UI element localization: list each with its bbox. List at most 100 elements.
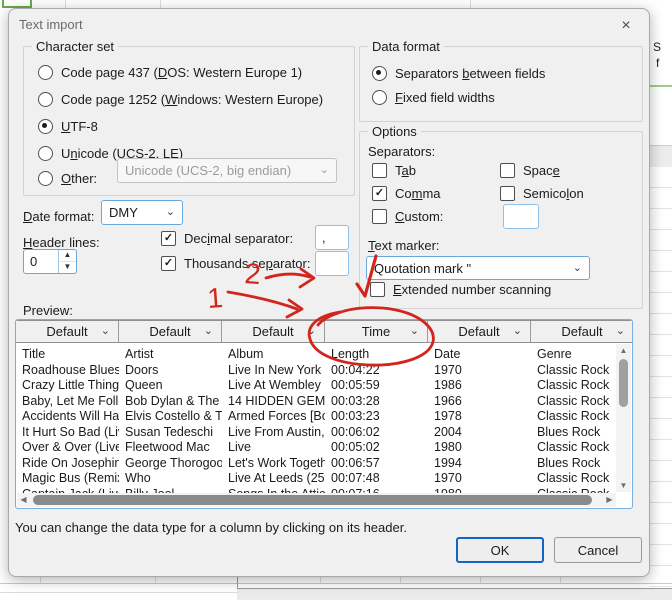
checkbox-label[interactable]: Semicolon xyxy=(523,186,584,201)
checkbox-space[interactable]: Space xyxy=(500,162,560,178)
scroll-down-icon[interactable]: ▼ xyxy=(616,479,631,492)
chevron-down-icon: ⌄ xyxy=(616,321,625,342)
preview-row: Ride On Josephine George ThorogoodLet's … xyxy=(16,456,632,472)
background-accent-line xyxy=(648,85,672,87)
thousands-separator-input[interactable] xyxy=(315,251,349,276)
preview-cell: Bob Dylan & The Ba xyxy=(119,394,222,410)
radio-icon[interactable] xyxy=(38,65,53,80)
preview-cell: 00:05:59 xyxy=(325,378,428,394)
scroll-up-icon[interactable]: ▲ xyxy=(616,344,631,357)
preview-cell: 14 HIDDEN GEMS Fr xyxy=(222,394,325,410)
header-lines-spinner[interactable]: 0 ▲ ▼ xyxy=(23,249,77,274)
custom-separator-input[interactable] xyxy=(503,204,539,229)
checkbox-label[interactable]: Extended number scanning xyxy=(393,282,551,297)
scroll-right-icon[interactable]: ▶ xyxy=(603,493,616,507)
spinner-value: 0 xyxy=(24,250,58,273)
radio-separators-between-fields[interactable]: Separators between fields xyxy=(372,65,545,81)
checkbox-icon[interactable]: ✓ xyxy=(161,231,176,246)
hint-text: You can change the data type for a colum… xyxy=(15,520,407,535)
checkbox-decimal-separator[interactable]: ✓ Decimal separator: xyxy=(161,230,293,246)
group-label: Data format xyxy=(368,39,444,54)
radio-icon[interactable] xyxy=(38,171,53,186)
spinner-buttons[interactable]: ▲ ▼ xyxy=(58,250,76,273)
checkbox-label[interactable]: Space xyxy=(523,163,560,178)
scroll-left-icon[interactable]: ◀ xyxy=(17,493,30,507)
radio-icon[interactable] xyxy=(372,66,387,81)
column-type-value: Default xyxy=(149,324,190,339)
column-type-row: Default⌄Default⌄Default⌄Time⌄Default⌄Def… xyxy=(16,320,632,343)
ok-button-label: OK xyxy=(491,543,510,558)
spin-down-icon[interactable]: ▼ xyxy=(59,261,76,273)
checkbox-semicolon[interactable]: Semicolon xyxy=(500,185,584,201)
preview-row: Magic Bus (RemixedWhoLive At Leeds (25th… xyxy=(16,471,632,487)
text-marker-select[interactable]: Quotation mark " ⌄ xyxy=(366,256,590,280)
radio-label[interactable]: Code page 1252 (Windows: Western Europe) xyxy=(61,92,323,107)
radio-utf8[interactable]: UTF-8 xyxy=(38,118,98,134)
vertical-scroll-thumb[interactable] xyxy=(619,359,628,407)
column-type-selector[interactable]: Default⌄ xyxy=(428,321,531,342)
radio-other[interactable]: Other: xyxy=(38,170,97,186)
radio-icon[interactable] xyxy=(38,146,53,161)
close-icon[interactable]: × xyxy=(613,15,639,37)
ok-button[interactable]: OK xyxy=(456,537,544,563)
column-type-selector[interactable]: Default⌄ xyxy=(531,321,633,342)
column-type-selector[interactable]: Time⌄ xyxy=(325,321,428,342)
column-type-selector[interactable]: Default ⌄ xyxy=(222,321,325,342)
input-value: , xyxy=(322,230,326,245)
radio-label[interactable]: Other: xyxy=(61,171,97,186)
cancel-button[interactable]: Cancel xyxy=(554,537,642,563)
decimal-separator-input[interactable]: , xyxy=(315,225,349,250)
preview-cell: 1970 xyxy=(428,471,531,487)
column-type-selector[interactable]: Default⌄ xyxy=(16,321,119,342)
radio-icon[interactable] xyxy=(38,119,53,134)
checkbox-label[interactable]: Custom: xyxy=(395,209,443,224)
date-format-select[interactable]: DMY ⌄ xyxy=(101,200,183,225)
radio-code-page-437[interactable]: Code page 437 (DOS: Western Europe 1) xyxy=(38,64,302,80)
checkbox-custom[interactable]: Custom: xyxy=(372,208,443,224)
checkbox-thousands-separator[interactable]: ✓ Thousands separator: xyxy=(161,255,310,271)
horizontal-scroll-thumb[interactable] xyxy=(33,495,592,505)
vertical-scrollbar[interactable]: ▲ ▼ xyxy=(616,344,631,492)
preview-cell: Susan Tedeschi xyxy=(119,425,222,441)
checkbox-icon[interactable] xyxy=(370,282,385,297)
checkbox-label[interactable]: Tab xyxy=(395,163,416,178)
checkbox-label[interactable]: Comma xyxy=(395,186,441,201)
radio-label[interactable]: Separators between fields xyxy=(395,66,545,81)
column-type-selector[interactable]: Default⌄ xyxy=(119,321,222,342)
checkbox-icon[interactable]: ✓ xyxy=(161,256,176,271)
radio-icon[interactable] xyxy=(372,90,387,105)
column-type-value: Time xyxy=(362,324,390,339)
preview-cell: 1966 xyxy=(428,394,531,410)
checkbox-icon[interactable]: ✓ xyxy=(372,186,387,201)
checkbox-icon[interactable] xyxy=(372,209,387,224)
group-label: Options xyxy=(368,124,421,139)
chevron-down-icon: ⌄ xyxy=(307,321,316,342)
checkbox-icon[interactable] xyxy=(372,163,387,178)
select-value: Quotation mark " xyxy=(374,261,471,276)
background-panel xyxy=(237,588,672,600)
column-type-value: Default xyxy=(252,324,293,339)
radio-label[interactable]: UTF-8 xyxy=(61,119,98,134)
checkbox-label[interactable]: Decimal separator: xyxy=(184,231,293,246)
spin-up-icon[interactable]: ▲ xyxy=(59,250,76,261)
checkbox-tab[interactable]: Tab xyxy=(372,162,416,178)
radio-fixed-field-widths[interactable]: Fixed field widths xyxy=(372,89,495,105)
preview-cell: Crazy Little Thing C xyxy=(16,378,119,394)
preview-row: Accidents Will HappElvis Costello & TheA… xyxy=(16,409,632,425)
chevron-down-icon: ⌄ xyxy=(320,165,329,176)
horizontal-scrollbar[interactable]: ◀ ▶ xyxy=(17,493,616,507)
checkbox-icon[interactable] xyxy=(500,163,515,178)
checkbox-label[interactable]: Thousands separator: xyxy=(184,256,310,271)
radio-label[interactable]: Fixed field widths xyxy=(395,90,495,105)
chevron-down-icon: ⌄ xyxy=(513,321,522,342)
preview-cell: 2004 xyxy=(428,425,531,441)
preview-row: Over & Over (Live 1Fleetwood MacLive00:0… xyxy=(16,440,632,456)
checkbox-icon[interactable] xyxy=(500,186,515,201)
radio-label[interactable]: Code page 437 (DOS: Western Europe 1) xyxy=(61,65,302,80)
preview-cell: Live In New York xyxy=(222,363,325,379)
preview-cell: 1980 xyxy=(428,440,531,456)
checkbox-extended-number-scanning[interactable]: Extended number scanning xyxy=(370,281,551,297)
radio-code-page-1252[interactable]: Code page 1252 (Windows: Western Europe) xyxy=(38,91,323,107)
radio-icon[interactable] xyxy=(38,92,53,107)
checkbox-comma[interactable]: ✓ Comma xyxy=(372,185,441,201)
